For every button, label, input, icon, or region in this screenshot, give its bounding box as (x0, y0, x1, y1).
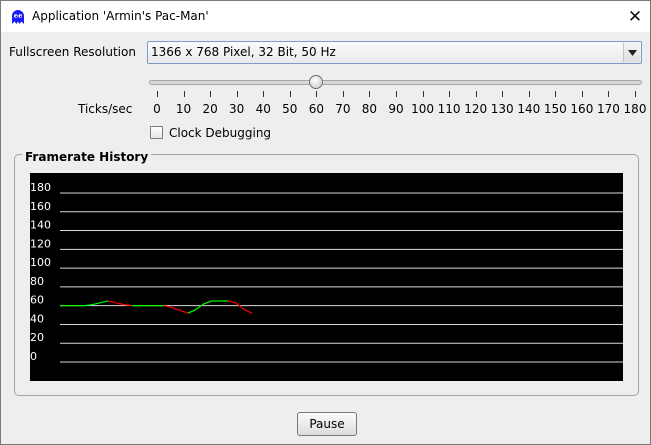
framerate-line-segment (187, 308, 197, 314)
ticks-slider-thumb[interactable] (309, 75, 324, 89)
slider-tick-mark (423, 91, 424, 97)
y-axis-label: 180 (30, 181, 51, 194)
y-axis-label: 20 (30, 331, 44, 344)
framerate-line-segment (227, 300, 237, 304)
slider-tick-label: 20 (202, 102, 218, 116)
slider-tick-label: 160 (570, 102, 594, 116)
slider-tick-mark (263, 91, 264, 97)
framerate-line-segment (203, 300, 213, 305)
pause-button[interactable]: Pause (297, 412, 357, 436)
pacman-ghost-icon (12, 10, 24, 24)
y-axis-label: 160 (30, 200, 51, 213)
y-axis-label: 80 (30, 275, 44, 288)
slider-tick-label: 60 (308, 102, 324, 116)
slider-tick-mark (237, 91, 238, 97)
slider-tick-mark (157, 91, 158, 97)
slider-tick-label: 70 (335, 102, 351, 116)
slider-tick-mark (582, 91, 583, 97)
slider-tick-mark (476, 91, 477, 97)
slider-tick-label: 30 (229, 102, 245, 116)
fullscreen-resolution-select[interactable]: 1366 x 768 Pixel, 32 Bit, 50 Hz (147, 41, 642, 64)
y-axis-label: 0 (30, 350, 37, 363)
fullscreen-resolution-label: Fullscreen Resolution (9, 45, 136, 59)
slider-tick-mark (635, 91, 636, 97)
main-panel: Fullscreen Resolution 1366 x 768 Pixel, … (1, 32, 650, 444)
framerate-line-segment (195, 303, 205, 310)
slider-tick-mark (290, 91, 291, 97)
slider-tick-label: 130 (490, 102, 514, 116)
dropdown-arrow-button[interactable] (623, 43, 640, 62)
framerate-line-segment (243, 308, 253, 314)
framerate-line-segment (179, 309, 189, 314)
slider-tick-label: 10 (175, 102, 192, 116)
slider-tick-label: 0 (153, 102, 161, 116)
slider-tick-mark (343, 91, 344, 97)
window-title: Application 'Armin's Pac-Man' (32, 9, 209, 23)
pause-button-label: Pause (309, 417, 345, 431)
slider-tick-label: 120 (464, 102, 488, 116)
framerate-chart: 180 160 140 120 100 80 60 40 20 0 (30, 181, 623, 363)
slider-tick-mark (608, 91, 609, 97)
y-axis-label: 140 (30, 219, 51, 232)
slider-tick-label: 100 (411, 102, 434, 116)
framerate-line-segment (99, 300, 109, 304)
slider-tick-label: 40 (255, 102, 271, 116)
slider-tick-label: 180 (623, 102, 647, 116)
y-axis-label: 100 (30, 256, 51, 269)
slider-tick-mark (396, 91, 397, 97)
y-axis-label: 60 (30, 294, 44, 307)
framerate-line-segment (91, 302, 101, 306)
chevron-down-icon (627, 49, 637, 56)
slider-tick-label: 90 (388, 102, 404, 116)
title-bar[interactable]: Application 'Armin's Pac-Man' ✕ (1, 1, 650, 32)
fullscreen-resolution-value: 1366 x 768 Pixel, 32 Bit, 50 Hz (151, 45, 336, 59)
slider-tick-label: 150 (543, 102, 567, 116)
framerate-line-segment (115, 302, 125, 306)
slider-tick-label: 80 (361, 102, 378, 116)
slider-tick-label: 110 (437, 102, 461, 116)
close-icon: ✕ (627, 6, 643, 27)
ticks-slider-track[interactable] (149, 80, 642, 85)
slider-tick-mark (555, 91, 556, 97)
framerate-graph: 180 160 140 120 100 80 60 40 20 0 (30, 173, 623, 381)
framerate-history-title: Framerate History (22, 150, 152, 164)
close-button[interactable]: ✕ (620, 1, 650, 32)
ticks-per-sec-label: Ticks/sec (78, 102, 133, 116)
clock-debugging-label[interactable]: Clock Debugging (169, 126, 271, 140)
slider-tick-mark (316, 91, 317, 97)
slider-tick-mark (210, 91, 211, 97)
clock-debugging-checkbox[interactable] (150, 126, 163, 139)
slider-tick-mark (529, 91, 530, 97)
slider-tick-mark (369, 91, 370, 97)
y-axis-label: 120 (30, 237, 51, 250)
slider-tick-label: 50 (282, 102, 298, 116)
slider-tick-label: 140 (517, 102, 541, 116)
y-axis-label: 40 (30, 312, 44, 325)
slider-tick-mark (184, 91, 185, 97)
slider-tick-label: 170 (596, 102, 620, 116)
application-window: Application 'Armin's Pac-Man' ✕ Fullscre… (0, 0, 651, 445)
framerate-line-segment (171, 306, 181, 311)
framerate-line-segment (107, 300, 117, 304)
slider-tick-mark (502, 91, 503, 97)
slider-tick-mark (449, 91, 450, 97)
